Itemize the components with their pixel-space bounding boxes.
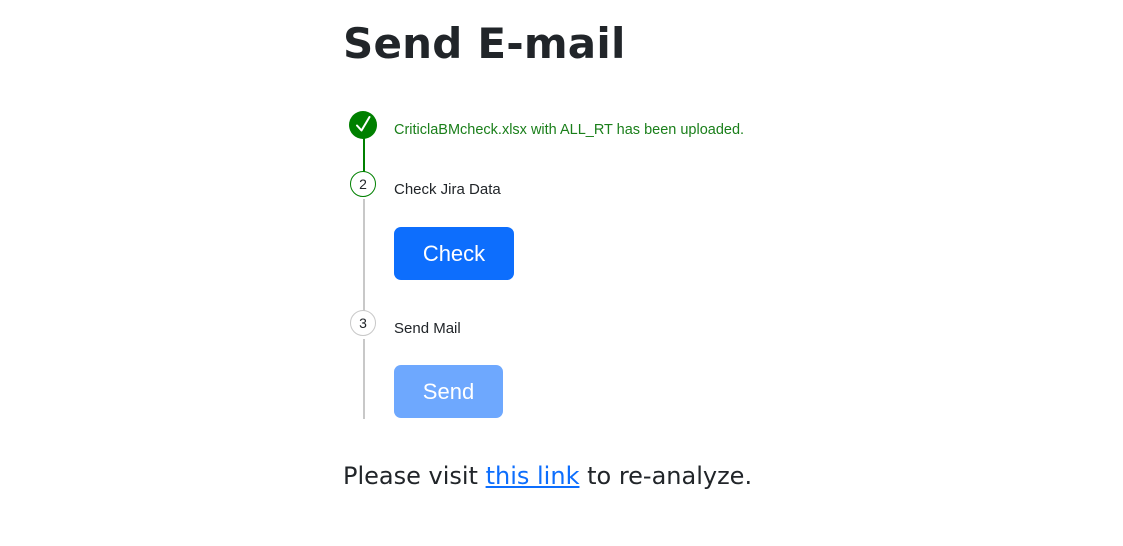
step-connector-pending [363,199,365,311]
reanalyze-suffix: to re-analyze. [579,462,753,490]
step-2-marker: 2 [350,171,376,197]
step-3-marker: 3 [350,310,376,336]
stepper: CriticlaBMcheck.xlsx with ALL_RT has bee… [349,110,949,430]
reanalyze-link[interactable]: this link [486,462,580,490]
step-1-status-text: CriticlaBMcheck.xlsx with ALL_RT has bee… [394,122,745,138]
step-1-marker [349,111,377,139]
send-button[interactable]: Send [394,365,503,418]
reanalyze-message: Please visit this link to re-analyze. [343,458,752,494]
check-button[interactable]: Check [394,227,514,280]
page-title: Send E-mail [343,19,626,68]
step-3-label: Send Mail [394,320,461,337]
step-2-label: Check Jira Data [394,181,501,198]
checkmark-icon [356,116,371,132]
step-connector-pending [363,339,365,419]
reanalyze-prefix: Please visit [343,462,486,490]
